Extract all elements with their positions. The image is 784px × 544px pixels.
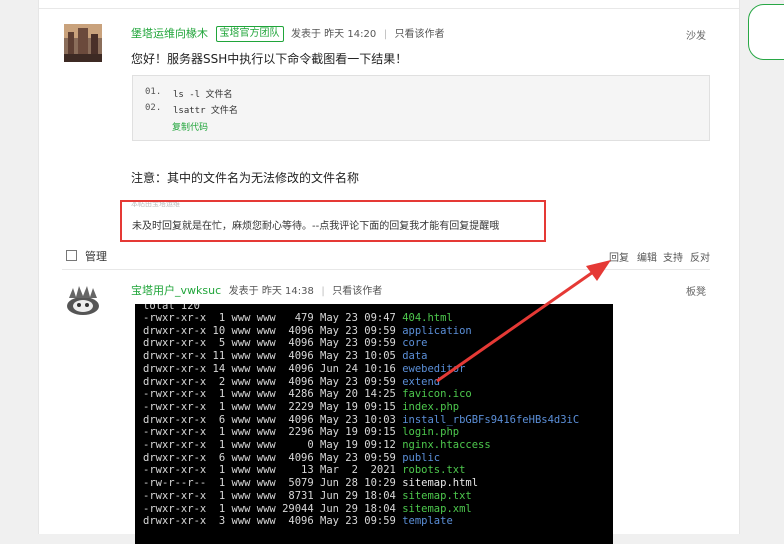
file-attributes: drwxr-xr-x 10 www www 4096 May 23 09:59 bbox=[143, 324, 403, 337]
file-name: extend bbox=[402, 375, 441, 388]
copy-code-link[interactable]: 复制代码 bbox=[172, 120, 208, 133]
file-name: ewebeditor bbox=[402, 362, 466, 375]
file-attributes: -rwxr-xr-x 1 www www 8731 Jun 29 18:04 bbox=[143, 489, 403, 502]
file-attributes: -rwxr-xr-x 1 www www 2229 May 19 09:15 bbox=[143, 400, 403, 413]
code-line: lsattr 文件名 bbox=[173, 106, 238, 116]
file-name: nginx.htaccess bbox=[402, 439, 491, 451]
floor-label[interactable]: 沙发 bbox=[686, 27, 706, 42]
code-line-number: 02. bbox=[145, 103, 162, 113]
terminal-line: -rwxr-xr-x 1 www www 8731 Jun 29 18:04 s… bbox=[143, 490, 472, 502]
terminal-line: -rwxr-xr-x 1 www www 479 May 23 09:47 40… bbox=[143, 312, 453, 324]
file-name: sitemap.xml bbox=[402, 502, 472, 515]
side-floating-button[interactable] bbox=[748, 4, 784, 60]
file-name: template bbox=[402, 515, 453, 528]
terminal-line: drwxr-xr-x 2 www www 4096 May 23 09:59 e… bbox=[143, 376, 440, 388]
file-name: robots.txt bbox=[402, 464, 466, 477]
official-team-badge: 宝塔官方团队 bbox=[215, 26, 284, 42]
manage-label: 管理 bbox=[85, 250, 107, 263]
edit-button[interactable]: 编辑 bbox=[637, 249, 657, 264]
file-name: index.php bbox=[402, 400, 460, 413]
code-block: 01. ls -l 文件名 02. lsattr 文件名 复制代码 bbox=[132, 75, 710, 141]
file-attributes: -rwxr-xr-x 1 www www 29044 Jun 29 18:04 bbox=[143, 502, 403, 515]
file-attributes: -rw-r--r-- 1 www www 5079 Jun 28 10:29 bbox=[143, 477, 403, 490]
terminal-line: drwxr-xr-x 5 www www 4096 May 23 09:59 c… bbox=[143, 337, 427, 349]
terminal-line: drwxr-xr-x 6 www www 4096 May 23 10:03 i… bbox=[143, 414, 579, 426]
file-attributes: drwxr-xr-x 5 www www 4096 May 23 09:59 bbox=[143, 337, 403, 350]
file-attributes: -rwxr-xr-x 1 www www 13 Mar 2 2021 bbox=[143, 464, 403, 477]
terminal-line: drwxr-xr-x 10 www www 4096 May 23 09:59 … bbox=[143, 325, 472, 337]
signature-text[interactable]: 未及时回复就是在忙，麻烦您耐心等待。--点我评论下面的回复我才能有回复提醒哦 bbox=[132, 217, 499, 232]
terminal-line: -rwxr-xr-x 1 www www 13 Mar 2 2021 robot… bbox=[143, 464, 465, 476]
terminal-screenshot: total 120 -rwxr-xr-x 1 www www 479 May 2… bbox=[135, 304, 613, 544]
top-divider bbox=[39, 8, 739, 9]
only-author-link[interactable]: 只看该作者 bbox=[332, 286, 382, 297]
terminal-line: drwxr-xr-x 3 www www 4096 May 23 09:59 t… bbox=[143, 515, 453, 527]
file-attributes: drwxr-xr-x 6 www www 4096 May 23 10:03 bbox=[143, 413, 403, 426]
file-name: install_rbGBFs9416feHBs4d3iC bbox=[402, 413, 580, 426]
oppose-button[interactable]: 反对 bbox=[690, 249, 710, 264]
file-attributes: drwxr-xr-x 11 www www 4096 May 23 10:05 bbox=[143, 350, 403, 363]
terminal-line: total 120 bbox=[143, 304, 200, 312]
file-name: core bbox=[402, 337, 428, 350]
post-greeting: 您好！服务器SSH中执行以下命令截图看一下结果！ bbox=[131, 52, 408, 66]
file-name: sitemap.html bbox=[402, 477, 479, 490]
author-name-link[interactable]: 堡塔运维向椽木 bbox=[131, 27, 208, 40]
manage-checkbox[interactable] bbox=[66, 250, 77, 261]
post-time: 发表于 昨天 14:20 bbox=[291, 29, 377, 40]
floor-label[interactable]: 板凳 bbox=[686, 283, 706, 298]
file-name: favicon.ico bbox=[402, 388, 472, 401]
file-name: sitemap.txt bbox=[402, 489, 472, 502]
terminal-line: -rwxr-xr-x 1 www www 0 May 19 09:12 ngin… bbox=[143, 439, 491, 451]
terminal-line: -rwxr-xr-x 1 www www 2296 May 19 09:15 l… bbox=[143, 426, 459, 438]
file-attributes: -rwxr-xr-x 1 www www 2296 May 19 09:15 bbox=[143, 426, 403, 439]
terminal-line: -rwxr-xr-x 1 www www 29044 Jun 29 18:04 … bbox=[143, 503, 472, 515]
file-name: data bbox=[402, 350, 428, 363]
post-time: 发表于 昨天 14:38 bbox=[228, 286, 314, 297]
author-name-link[interactable]: 宝塔用户_vwksuc bbox=[131, 284, 221, 297]
manage-control[interactable]: 管理 bbox=[66, 248, 107, 264]
file-attributes: -rwxr-xr-x 1 www www 0 May 19 09:12 bbox=[143, 439, 403, 451]
reply-button[interactable]: 回复 bbox=[609, 249, 629, 264]
file-name: login.php bbox=[402, 426, 460, 439]
file-attributes: drwxr-xr-x 14 www www 4096 Jun 24 10:16 bbox=[143, 362, 403, 375]
avatar[interactable] bbox=[64, 24, 102, 62]
file-name: 404.html bbox=[402, 312, 453, 324]
terminal-line: -rwxr-xr-x 1 www www 2229 May 19 09:15 i… bbox=[143, 401, 459, 413]
post-author-line: 宝塔用户_vwksuc 发表于 昨天 14:38 | 只看该作者 bbox=[131, 282, 382, 298]
separator: | bbox=[383, 29, 388, 40]
post-divider bbox=[62, 269, 710, 270]
terminal-line: drwxr-xr-x 14 www www 4096 Jun 24 10:16 … bbox=[143, 363, 465, 375]
file-name: application bbox=[402, 324, 472, 337]
post-note: 注意：其中的文件名为无法修改的文件名称 bbox=[131, 171, 360, 185]
terminal-line: -rwxr-xr-x 1 www www 4286 May 20 14:25 f… bbox=[143, 388, 472, 400]
separator: | bbox=[321, 286, 325, 297]
file-attributes: -rwxr-xr-x 1 www www 4286 May 20 14:25 bbox=[143, 388, 403, 401]
file-attributes: drwxr-xr-x 6 www www 4096 May 23 09:59 bbox=[143, 451, 403, 464]
file-attributes: -rwxr-xr-x 1 www www 479 May 23 09:47 bbox=[143, 312, 403, 324]
file-attributes: drwxr-xr-x 2 www www 4096 May 23 09:59 bbox=[143, 375, 403, 388]
file-name: public bbox=[402, 451, 441, 464]
only-author-link[interactable]: 只看该作者 bbox=[395, 29, 445, 40]
terminal-line: drwxr-xr-x 6 www www 4096 May 23 09:59 p… bbox=[143, 452, 440, 464]
support-button[interactable]: 支持 bbox=[663, 249, 683, 264]
code-line: ls -l 文件名 bbox=[173, 90, 233, 100]
terminal-line: drwxr-xr-x 11 www www 4096 May 23 10:05 … bbox=[143, 350, 427, 362]
avatar[interactable] bbox=[64, 284, 102, 316]
terminal-line: -rw-r--r-- 1 www www 5079 Jun 28 10:29 s… bbox=[143, 477, 478, 489]
code-line-number: 01. bbox=[145, 87, 162, 97]
post-author-line: 堡塔运维向椽木 宝塔官方团队 发表于 昨天 14:20 | 只看该作者 bbox=[131, 25, 445, 42]
file-attributes: drwxr-xr-x 3 www www 4096 May 23 09:59 bbox=[143, 515, 403, 528]
